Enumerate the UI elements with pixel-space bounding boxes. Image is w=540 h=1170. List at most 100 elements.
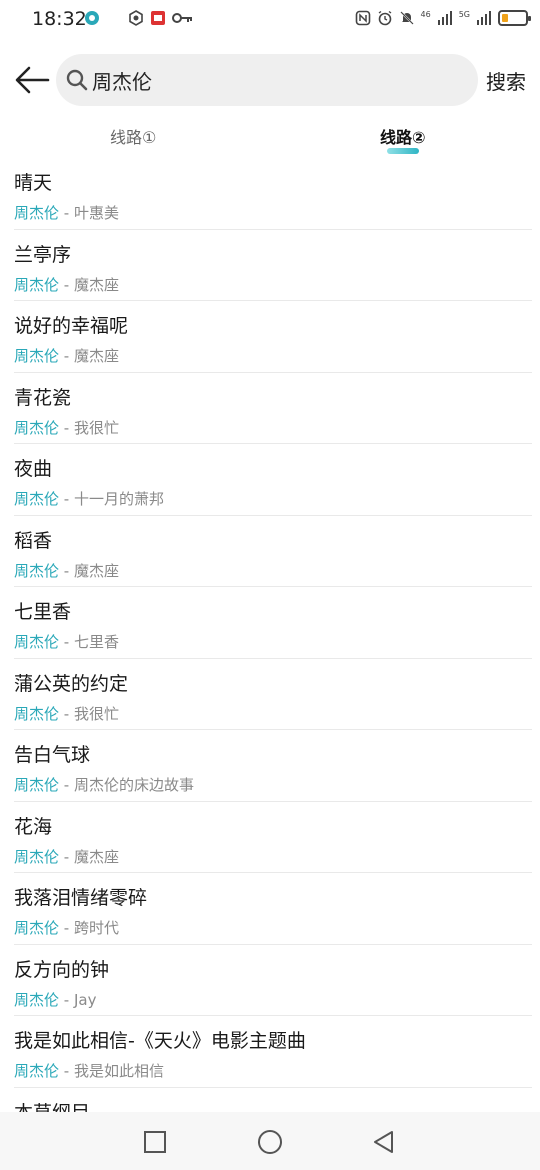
song-separator: - xyxy=(59,275,74,294)
song-album: 七里香 xyxy=(73,633,119,651)
song-meta: 周杰伦 - 我是如此相信 xyxy=(14,1060,164,1081)
song-title: 稻香 xyxy=(14,529,53,552)
song-album: 我很忙 xyxy=(73,418,119,437)
alarm-icon xyxy=(378,10,391,26)
search-input[interactable] xyxy=(92,68,452,92)
song-separator: - xyxy=(59,776,74,794)
song-meta: 周杰伦 - 魔杰座 xyxy=(14,560,119,581)
song-title: 我是如此相信-《天火》电影主题曲 xyxy=(14,1030,306,1052)
tab-route-1[interactable]: 线路① xyxy=(110,124,156,148)
song-artist[interactable]: 周杰伦 xyxy=(14,776,59,794)
song-item[interactable]: 花海周杰伦 - 魔杰座 xyxy=(14,802,532,873)
song-item[interactable]: 我落泪情绪零碎 周杰伦 - 跨时代 xyxy=(14,873,532,945)
back-button[interactable] xyxy=(12,60,52,100)
status-bar: 18:32 46 5G xyxy=(0,0,540,40)
song-album: 我是如此相信 xyxy=(73,1062,164,1080)
song-meta: 周杰伦 - 魔杰座 xyxy=(14,345,119,366)
song-artist[interactable]: 周杰伦 xyxy=(14,562,59,580)
song-title: 七里香 xyxy=(14,601,72,623)
song-artist[interactable]: 周杰伦 xyxy=(14,1062,59,1080)
song-title: 告白气球 xyxy=(14,744,91,766)
nav-back-icon[interactable] xyxy=(370,1128,398,1156)
network-type-2: 5G xyxy=(458,10,470,19)
song-artist[interactable]: 周杰伦 xyxy=(14,490,59,508)
song-meta: 周杰伦 - 魔杰座 xyxy=(14,274,119,295)
route-tabs: 线路① 线路② xyxy=(0,124,540,160)
song-album: 魔杰座 xyxy=(73,561,119,580)
search-box[interactable] xyxy=(56,54,478,106)
song-artist[interactable]: 周杰伦 xyxy=(14,204,59,222)
song-meta: 周杰伦 - 魔杰座 xyxy=(14,846,119,867)
song-separator: - xyxy=(59,633,74,651)
song-artist[interactable]: 周杰伦 xyxy=(14,276,59,294)
song-list: 晴天 周杰伦 - 叶惠美 兰亭序 周杰伦 - 魔杰座 说好的幸福呢 周杰伦 - 魔杰座 青花… xyxy=(0,158,540,1159)
navigation-bar xyxy=(0,1112,540,1170)
battery-level xyxy=(502,14,508,22)
song-album: 魔杰座 xyxy=(73,275,119,294)
song-meta: 周杰伦 - Jay xyxy=(14,989,96,1010)
crescent-icon xyxy=(110,12,116,24)
song-artist[interactable]: 周杰伦 xyxy=(14,419,59,437)
song-item[interactable]: 兰亭序周杰伦 - 魔杰座 xyxy=(14,230,532,301)
active-tab-indicator xyxy=(386,148,419,154)
mute-icon xyxy=(399,11,414,25)
search-header: 搜索 xyxy=(0,52,540,108)
song-item[interactable]: 我是如此相信-《天火》电影主题曲 周杰伦 - 我是如此相信 xyxy=(14,1016,532,1088)
song-meta: 周杰伦 - 跨时代 xyxy=(14,917,119,938)
song-title: 反方向的钟 xyxy=(14,958,110,981)
back-arrow-icon xyxy=(15,66,50,94)
song-album: 我很忙 xyxy=(73,704,119,723)
song-title: 花海 xyxy=(14,815,53,838)
network-type-1: 46 xyxy=(420,10,431,19)
song-artist[interactable]: 周杰伦 xyxy=(14,705,59,723)
home-icon[interactable] xyxy=(256,1128,284,1156)
recent-apps-icon[interactable] xyxy=(141,1128,169,1156)
song-separator: - xyxy=(59,204,74,222)
status-time: 18:32 xyxy=(32,8,87,30)
song-title: 晴天 xyxy=(14,172,53,194)
song-title: 青花瓷 xyxy=(14,386,72,409)
song-album: Jay xyxy=(73,990,97,1009)
tab-route-2[interactable]: 线路② xyxy=(380,124,426,154)
song-item[interactable]: 青花瓷周杰伦 - 我很忙 xyxy=(14,373,532,444)
status-left-icons xyxy=(84,10,194,26)
search-button[interactable]: 搜索 xyxy=(486,66,526,95)
song-separator: - xyxy=(59,919,74,937)
song-separator: - xyxy=(59,418,74,437)
song-item[interactable]: 稻香周杰伦 - 魔杰座 xyxy=(14,516,532,587)
song-meta: 周杰伦 - 叶惠美 xyxy=(14,202,119,223)
song-artist[interactable]: 周杰伦 xyxy=(14,919,59,937)
song-item[interactable]: 说好的幸福呢 周杰伦 - 魔杰座 xyxy=(14,301,532,373)
tab-label: 线路② xyxy=(380,128,426,147)
status-right-icons: 46 5G xyxy=(355,10,531,26)
song-title: 蒲公英的约定 xyxy=(14,672,129,695)
song-title: 夜曲 xyxy=(14,458,53,480)
tab-label: 线路① xyxy=(110,128,157,147)
song-artist[interactable]: 周杰伦 xyxy=(14,347,59,365)
song-separator: - xyxy=(59,561,74,580)
song-item[interactable]: 蒲公英的约定 周杰伦 - 我很忙 xyxy=(14,659,532,730)
song-artist[interactable]: 周杰伦 xyxy=(14,991,59,1009)
song-meta: 周杰伦 - 十一月的萧邦 xyxy=(14,488,164,509)
song-item[interactable]: 夜曲周杰伦 - 十一月的萧邦 xyxy=(14,444,532,516)
song-meta: 周杰伦 - 我很忙 xyxy=(14,703,119,724)
song-item[interactable]: 晴天周杰伦 - 叶惠美 xyxy=(14,158,532,230)
song-album: 魔杰座 xyxy=(73,347,119,365)
key-icon xyxy=(172,13,192,23)
song-item[interactable]: 反方向的钟周杰伦 - Jay xyxy=(14,945,532,1016)
song-meta: 周杰伦 - 我很忙 xyxy=(14,417,119,438)
song-item[interactable]: 告白气球 周杰伦 - 周杰伦的床边故事 xyxy=(14,730,532,802)
hexagon-app-icon xyxy=(129,10,143,26)
song-album: 叶惠美 xyxy=(73,204,119,222)
song-album: 魔杰座 xyxy=(73,847,119,866)
song-separator: - xyxy=(59,1062,74,1080)
red-app-icon xyxy=(151,11,165,25)
song-item[interactable]: 七里香 周杰伦 - 七里香 xyxy=(14,587,532,659)
signal-icon xyxy=(437,11,452,25)
song-artist[interactable]: 周杰伦 xyxy=(14,633,59,651)
song-artist[interactable]: 周杰伦 xyxy=(14,848,59,866)
song-separator: - xyxy=(59,490,74,508)
song-title: 兰亭序 xyxy=(14,243,72,266)
song-title: 说好的幸福呢 xyxy=(14,315,129,337)
song-meta: 周杰伦 - 七里香 xyxy=(14,631,119,652)
